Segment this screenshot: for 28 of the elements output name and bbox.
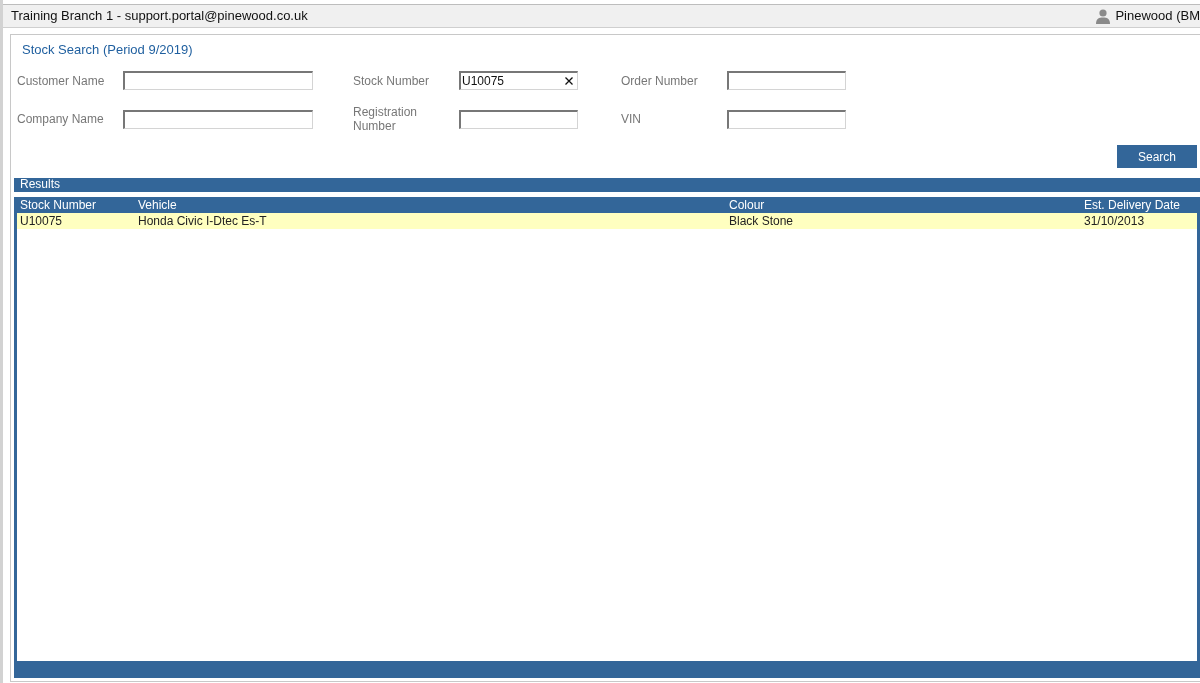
table-row[interactable]: U10075 Honda Civic I-Dtec Es-T Black Stone 31/10/2013: [17, 213, 1197, 229]
user-icon: [1095, 8, 1112, 24]
branch-title: Training Branch 1 - support.portal@pinewood.co.uk: [11, 7, 308, 26]
column-header[interactable]: Est. Delivery Date: [1081, 197, 1197, 213]
table-cell-text: U10075: [19, 213, 64, 229]
input-field[interactable]: [459, 109, 578, 129]
column-header[interactable]: Vehicle: [135, 197, 726, 213]
panel-title: Stock Search (Period 9/2019): [21, 42, 194, 58]
field-label: Registration Number: [353, 105, 419, 133]
table-cell-text: Black Stone: [728, 213, 795, 229]
column-header[interactable]: Stock Number: [17, 197, 135, 213]
field-label: Order Number: [621, 73, 699, 88]
field-label: Stock Number: [353, 73, 431, 88]
field-label: Customer Name: [17, 73, 106, 88]
input-field[interactable]: U10075: [459, 71, 578, 90]
column-header[interactable]: Colour: [726, 197, 1081, 213]
input-field[interactable]: [727, 109, 846, 129]
results-header: Results: [14, 178, 1200, 192]
table-cell-text: 31/10/2013: [1083, 213, 1146, 229]
input-field[interactable]: [123, 109, 313, 129]
input-field[interactable]: [727, 71, 846, 90]
input-field[interactable]: [123, 71, 313, 90]
search-button[interactable]: Search: [1117, 145, 1197, 168]
user-name: Pinewood (BM: [1115, 7, 1200, 26]
field-label: Company Name: [17, 112, 105, 126]
clear-icon[interactable]: [565, 77, 573, 85]
field-label: VIN: [621, 112, 642, 126]
table-cell-text: Honda Civic I-Dtec Es-T: [137, 213, 268, 229]
